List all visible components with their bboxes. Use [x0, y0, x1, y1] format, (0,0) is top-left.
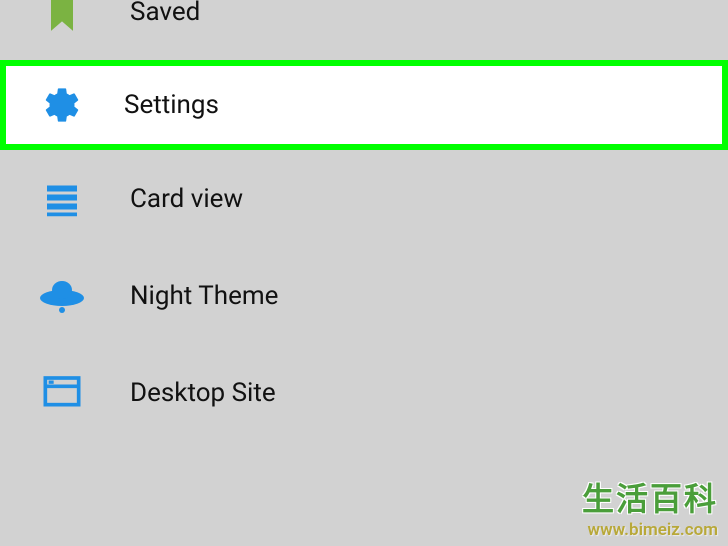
menu-item-night-theme[interactable]: Night Theme: [0, 247, 728, 344]
ufo-icon: [38, 272, 86, 320]
menu-list: Inbox Saved Settings Card view: [0, 0, 728, 441]
watermark: 生活百科 www.bimeiz.com: [582, 474, 718, 540]
menu-label-night-theme: Night Theme: [130, 281, 278, 311]
desktop-icon: [38, 369, 86, 417]
gear-icon: [38, 81, 86, 129]
menu-item-saved[interactable]: Saved: [0, 0, 728, 60]
watermark-title: 生活百科: [582, 474, 718, 520]
menu-label-desktop-site: Desktop Site: [130, 378, 276, 408]
menu-label-saved: Saved: [130, 0, 200, 27]
menu-label-card-view: Card view: [130, 184, 243, 214]
watermark-url: www.bimeiz.com: [582, 520, 718, 540]
menu-label-settings: Settings: [124, 90, 219, 120]
menu-item-desktop-site[interactable]: Desktop Site: [0, 344, 728, 441]
bookmark-icon: [38, 0, 86, 36]
menu-item-card-view[interactable]: Card view: [0, 150, 728, 247]
card-view-icon: [38, 175, 86, 223]
menu-item-settings[interactable]: Settings: [0, 60, 728, 150]
